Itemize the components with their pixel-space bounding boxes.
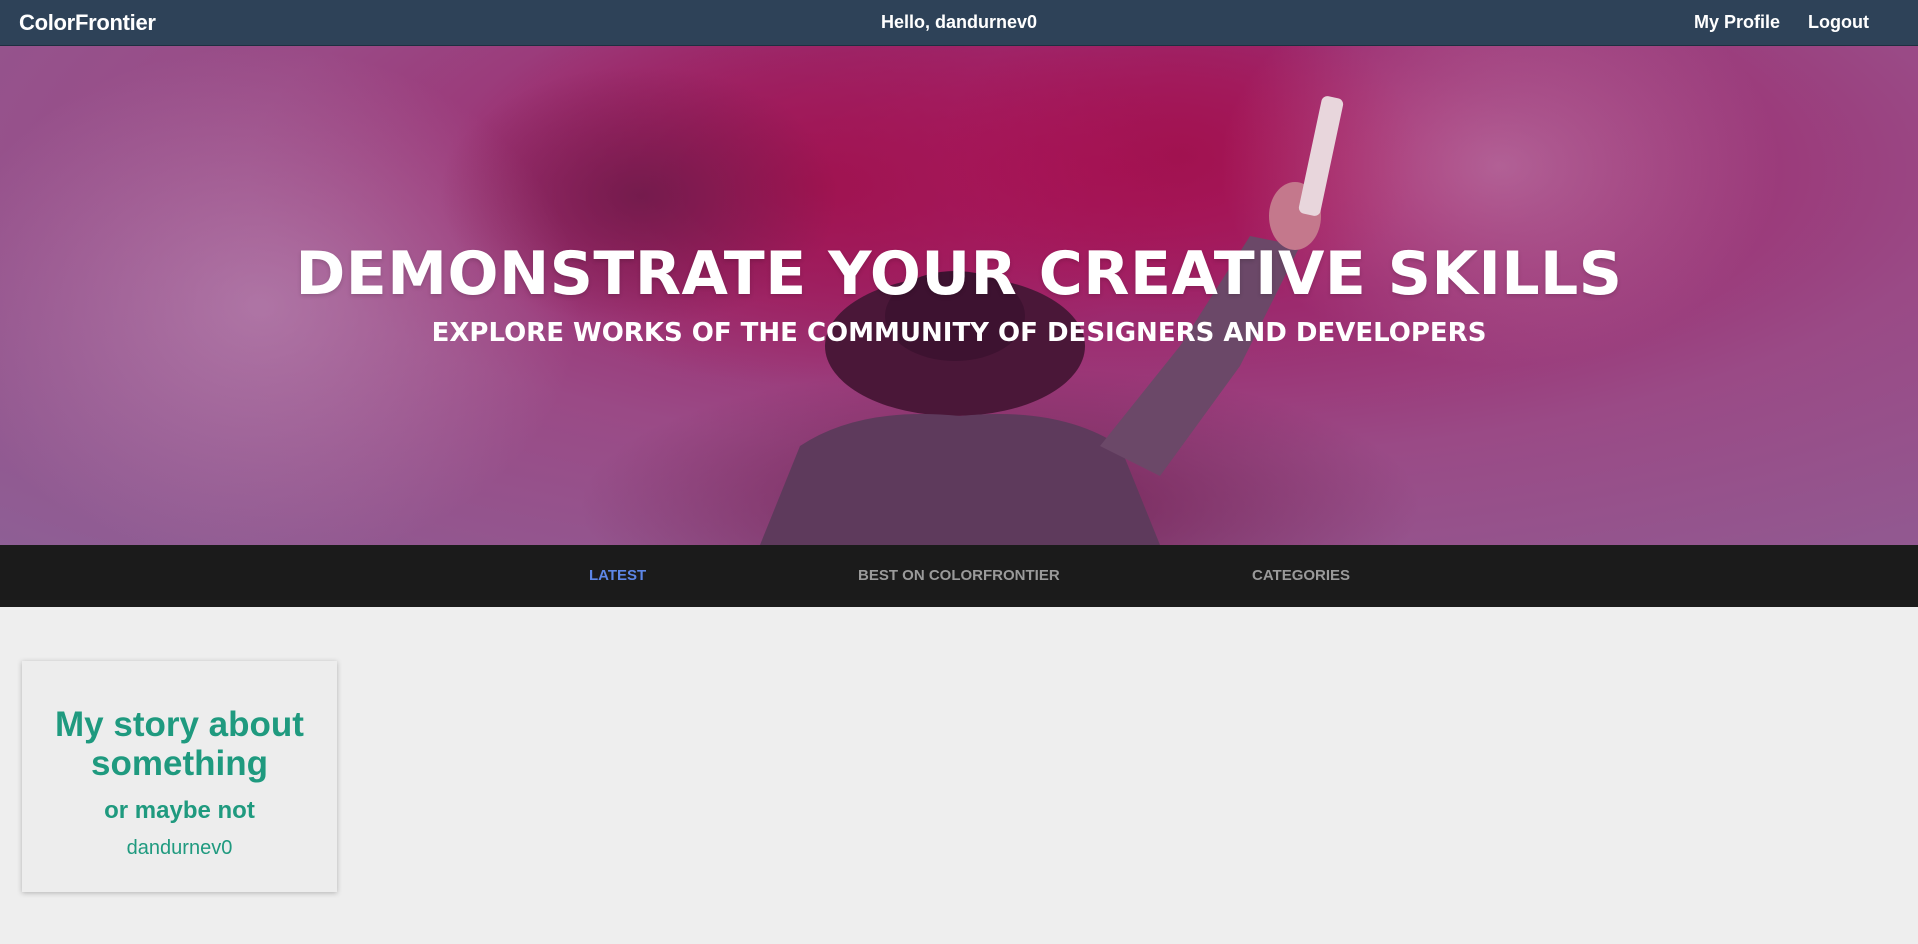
post-card[interactable]: My story about something or maybe not da… <box>22 661 337 892</box>
post-subtitle: or maybe not <box>104 797 255 824</box>
hero-title: DEMONSTRATE YOUR CREATIVE SKILLS <box>295 239 1623 309</box>
tab-latest[interactable]: LATEST <box>589 567 646 584</box>
user-greeting: Hello, dandurnev0 <box>880 12 1038 32</box>
logout-link[interactable]: Logout <box>1808 12 1869 33</box>
tab-categories[interactable]: CATEGORIES <box>1252 567 1350 584</box>
content-tabs: LATEST BEST ON COLORFRONTIER CATEGORIES <box>0 545 1918 607</box>
tab-best-on-colorfrontier[interactable]: BEST ON COLORFRONTIER <box>858 567 1060 584</box>
post-title: My story about something <box>55 705 304 783</box>
post-author[interactable]: dandurnev0 <box>22 837 337 860</box>
hero-banner: DEMONSTRATE YOUR CREATIVE SKILLS EXPLORE… <box>0 46 1918 545</box>
my-profile-link[interactable]: My Profile <box>1694 12 1780 33</box>
top-navbar: ColorFrontier Hello, dandurnev0 My Profi… <box>0 0 1918 46</box>
hero-subtitle: EXPLORE WORKS OF THE COMMUNITY OF DESIGN… <box>431 318 1487 348</box>
